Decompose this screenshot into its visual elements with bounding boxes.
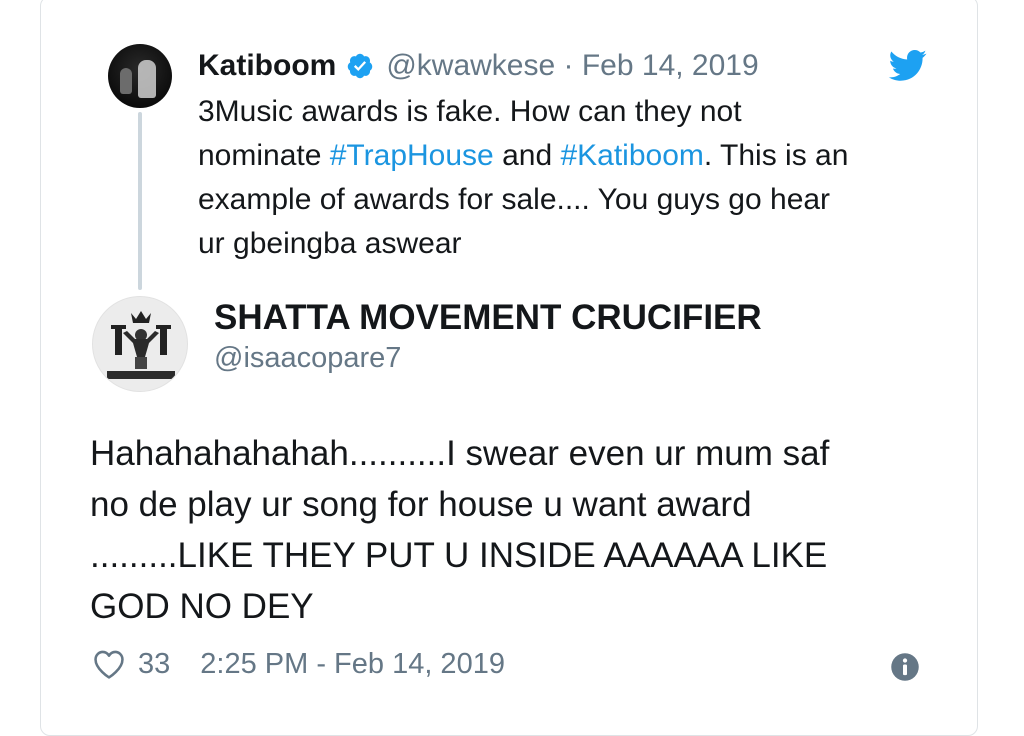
parent-text-line-1: 3Music awards is fake. How can they not (198, 95, 742, 128)
like-count[interactable]: 33 (138, 648, 170, 681)
reply-tweet-text: Hahahahahahah..........I swear even ur m… (90, 428, 930, 632)
heart-icon[interactable] (92, 648, 126, 680)
parent-tweet-date[interactable]: Feb 14, 2019 (582, 49, 759, 83)
reply-author-handle[interactable]: @isaacopare7 (214, 342, 401, 375)
parent-text-fragment: and (493, 139, 561, 172)
reply-text-line-4: GOD NO DEY (90, 587, 314, 626)
twitter-bird-icon[interactable] (888, 50, 928, 82)
avatar-figure-right (138, 60, 156, 98)
parent-tweet-text: 3Music awards is fake. How can they not … (198, 90, 918, 266)
parent-author-handle[interactable]: @kwawkese (386, 49, 555, 83)
reply-text-line-3: .........LIKE THEY PUT U INSIDE AAAAAA L… (90, 536, 828, 575)
reply-author-avatar[interactable] (92, 296, 188, 392)
tweet-footer: 33 2:25 PM - Feb 14, 2019 (92, 644, 505, 684)
shatta-logo-icon (107, 311, 175, 379)
parent-text-line-3: example of awards for sale.... You guys … (198, 183, 831, 216)
hashtag-traphouse-link[interactable]: #TrapHouse (330, 139, 494, 172)
tweet-timestamp[interactable]: 2:25 PM - Feb 14, 2019 (200, 648, 505, 681)
parent-text-fragment: nominate (198, 139, 330, 172)
reply-text-line-2: no de play ur song for house u want awar… (90, 485, 752, 524)
parent-text-line-4: ur gbeingba aswear (198, 227, 462, 260)
hashtag-katiboom-link[interactable]: #Katiboom (560, 139, 703, 172)
parent-text-line-2: nominate #TrapHouse and #Katiboom. This … (198, 134, 918, 178)
reply-text-line-1: Hahahahahahah..........I swear even ur m… (90, 434, 830, 473)
parent-author-avatar[interactable] (108, 44, 172, 108)
thread-connector-line (138, 112, 142, 290)
reply-author-name[interactable]: SHATTA MOVEMENT CRUCIFIER (214, 298, 762, 338)
parent-author-name[interactable]: Katiboom (198, 49, 336, 83)
parent-text-fragment: . This is an (703, 139, 849, 172)
info-icon[interactable] (890, 652, 920, 682)
avatar-figure-left (120, 68, 132, 94)
verified-badge-icon (348, 53, 373, 79)
parent-tweet-header: Katiboom @kwawkese · Feb 14, 2019 (198, 46, 759, 86)
header-separator: · (563, 49, 574, 82)
